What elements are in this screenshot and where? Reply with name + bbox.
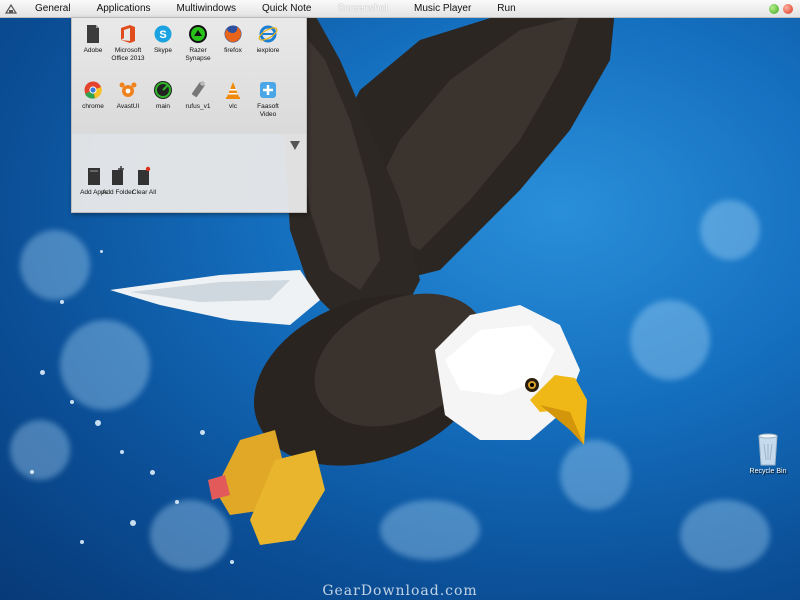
app-label: Razer Synapse bbox=[185, 47, 211, 62]
desktop: { "menu": { "items": ["General", "Applic… bbox=[0, 0, 800, 600]
app-firefox[interactable]: firefox bbox=[215, 24, 251, 55]
add-apps-icon bbox=[88, 168, 100, 185]
app-label: Skype bbox=[153, 47, 173, 54]
menu-applications[interactable]: Applications bbox=[84, 0, 164, 17]
recycle-bin[interactable]: Recycle Bin bbox=[745, 432, 791, 475]
app-label: Microsoft Office 2013 bbox=[111, 47, 145, 62]
bokeh-light bbox=[20, 230, 90, 300]
ie-icon bbox=[258, 25, 278, 43]
recycle-bin-label: Recycle Bin bbox=[749, 468, 787, 475]
faasoft-icon bbox=[260, 82, 276, 98]
menu-general[interactable]: General bbox=[22, 0, 84, 17]
app-label: rufus_v1 bbox=[185, 103, 211, 110]
menu-multiwindows[interactable]: Multiwindows bbox=[164, 0, 249, 17]
app-vlc[interactable]: vlc bbox=[215, 80, 251, 111]
action-label: Clear All bbox=[131, 189, 157, 196]
bokeh-light bbox=[630, 300, 710, 380]
clear-all-button[interactable]: Clear All bbox=[127, 166, 161, 197]
app-label: Adobe bbox=[83, 47, 103, 54]
firefox-icon bbox=[224, 25, 242, 43]
svg-text:S: S bbox=[159, 29, 166, 41]
app-label: iexplore bbox=[256, 47, 280, 54]
bokeh-light bbox=[10, 420, 70, 480]
adobe-file-icon bbox=[87, 25, 99, 43]
app-label: vlc bbox=[229, 103, 237, 110]
app-microsoft-office[interactable]: Microsoft Office 2013 bbox=[110, 24, 146, 63]
chrome-icon bbox=[84, 81, 102, 99]
vlc-icon bbox=[226, 82, 240, 99]
app-iexplore[interactable]: iexplore bbox=[250, 24, 286, 55]
watermark-text: GearDownload.com bbox=[322, 583, 478, 599]
skype-icon: S bbox=[154, 25, 172, 43]
scroll-down-icon[interactable] bbox=[290, 141, 300, 150]
close-button[interactable] bbox=[783, 4, 793, 14]
main-app-icon bbox=[154, 81, 172, 99]
app-logo-icon[interactable] bbox=[0, 0, 22, 17]
app-rufus[interactable]: rufus_v1 bbox=[180, 80, 216, 111]
avast-icon bbox=[119, 82, 137, 97]
app-razer-synapse[interactable]: Razer Synapse bbox=[180, 24, 216, 63]
menu-quick-note[interactable]: Quick Note bbox=[249, 0, 324, 17]
app-avastui[interactable]: AvastUI bbox=[110, 80, 146, 111]
clear-all-icon bbox=[138, 166, 151, 185]
app-label: Faasoft Video bbox=[257, 103, 279, 118]
razer-icon bbox=[189, 25, 207, 43]
app-skype[interactable]: S Skype bbox=[145, 24, 181, 55]
app-adobe[interactable]: Adobe bbox=[75, 24, 111, 55]
usb-drive-icon bbox=[191, 80, 206, 98]
applications-panel: Adobe Microsoft Office 2013 S Skype Raze… bbox=[71, 17, 307, 213]
water-droplet bbox=[40, 370, 45, 375]
water-droplet bbox=[60, 300, 64, 304]
app-label: AvastUI bbox=[116, 103, 140, 110]
bokeh-light bbox=[680, 500, 770, 570]
menu-run[interactable]: Run bbox=[484, 0, 528, 17]
app-label: main bbox=[155, 103, 171, 110]
office-icon bbox=[121, 25, 135, 43]
water-droplet bbox=[70, 400, 74, 404]
app-label: firefox bbox=[224, 47, 242, 54]
add-folder-icon bbox=[112, 166, 124, 185]
maximize-button[interactable] bbox=[769, 4, 779, 14]
app-grid: Adobe Microsoft Office 2013 S Skype Raze… bbox=[72, 18, 306, 134]
menu-music-player[interactable]: Music Player bbox=[401, 0, 484, 17]
app-main[interactable]: main bbox=[145, 80, 181, 111]
water-droplet bbox=[80, 540, 84, 544]
bokeh-light bbox=[700, 200, 760, 260]
top-menu-bar: General Applications Multiwindows Quick … bbox=[0, 0, 800, 18]
menu-screenshot[interactable]: Screenshot bbox=[324, 0, 401, 17]
recycle-bin-icon bbox=[758, 433, 778, 466]
app-faasoft-video[interactable]: Faasoft Video bbox=[250, 80, 286, 119]
app-label: chrome bbox=[82, 103, 104, 110]
app-chrome[interactable]: chrome bbox=[75, 80, 111, 111]
water-droplet bbox=[30, 470, 34, 474]
